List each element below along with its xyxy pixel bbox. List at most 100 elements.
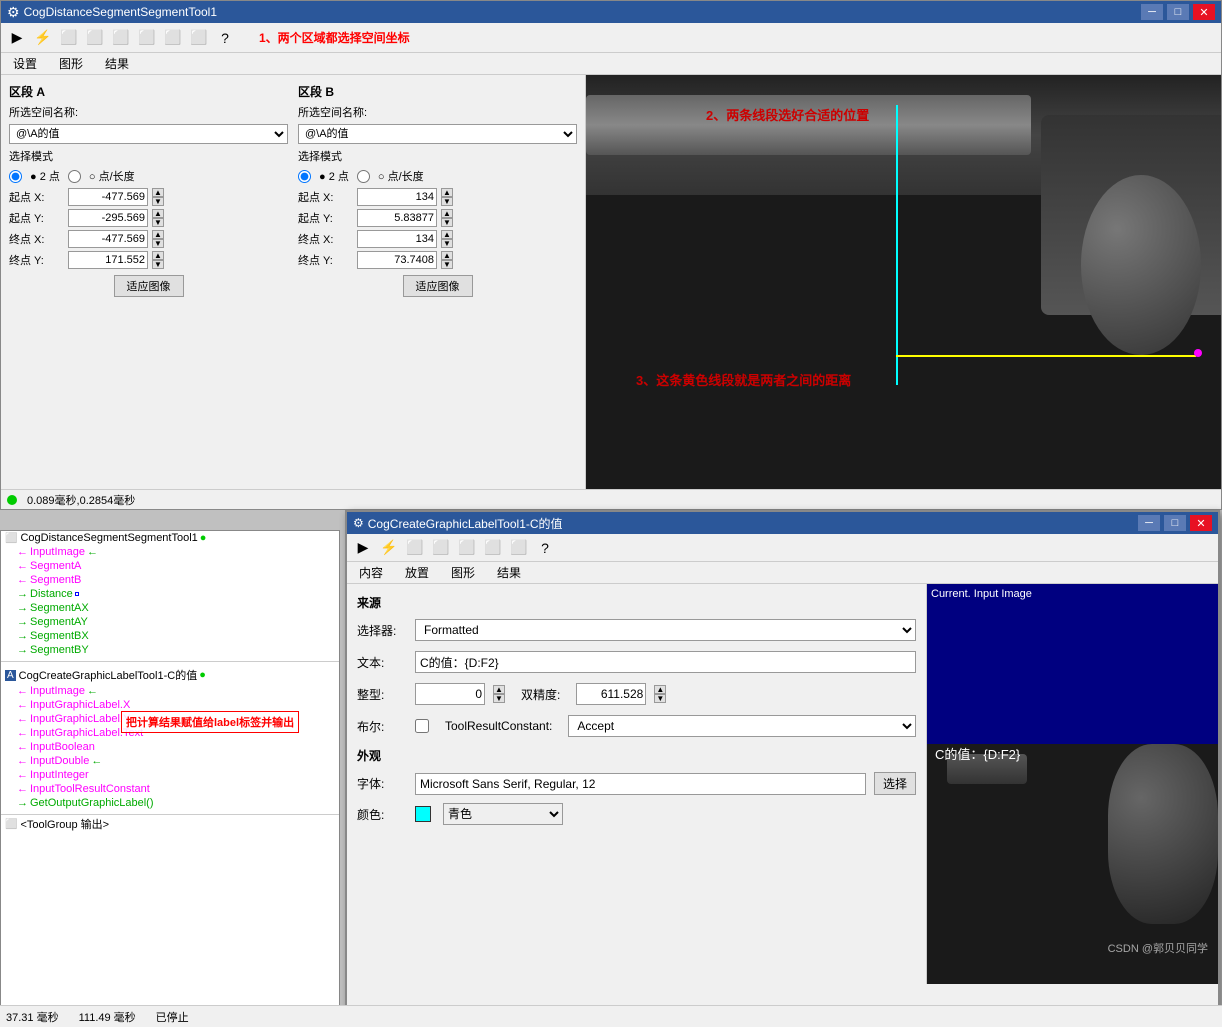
sub-close-button[interactable]: ✕: [1190, 515, 1212, 531]
section-a-endx-input[interactable]: [68, 230, 148, 248]
run-once-button[interactable]: ⚡: [31, 26, 55, 50]
precision-spin[interactable]: ▲▼: [654, 685, 666, 703]
sub-run-button[interactable]: ▶: [351, 536, 375, 560]
sub-tool-btn5[interactable]: ⬜: [507, 536, 531, 560]
section-a-starty-input[interactable]: [68, 209, 148, 227]
help-button[interactable]: ?: [213, 26, 237, 50]
tool-btn4[interactable]: ⬜: [135, 26, 159, 50]
tool-result-label: ToolResultConstant:: [445, 719, 552, 733]
int-spin[interactable]: ▲▼: [493, 685, 505, 703]
sub-tool-btn3[interactable]: ⬜: [455, 536, 479, 560]
annotation1: 1、两个区域都选择空间坐标: [259, 29, 410, 46]
section-a-space-dropdown[interactable]: @\A的值: [9, 124, 288, 144]
section-b-endx-spin[interactable]: ▲▼: [441, 230, 453, 248]
tree-item-7[interactable]: → SegmentBX: [13, 629, 339, 643]
section-b-startx-input[interactable]: [357, 188, 437, 206]
section-b-endx: 终点 X: ▲▼: [298, 230, 577, 248]
tree-item-14[interactable]: ← InputDouble ←: [13, 754, 339, 768]
precision-input[interactable]: [576, 683, 646, 705]
tree-item-5[interactable]: → SegmentAX: [13, 601, 339, 615]
text-input[interactable]: [415, 651, 916, 673]
tool-btn1[interactable]: ⬜: [57, 26, 81, 50]
maximize-button[interactable]: □: [1167, 4, 1189, 20]
section-b-apply-btn[interactable]: 适应图像: [403, 275, 473, 297]
section-a-radio-ptlen[interactable]: [68, 170, 81, 183]
sub-menu-content[interactable]: 内容: [353, 562, 389, 583]
tool-btn5[interactable]: ⬜: [161, 26, 185, 50]
section-b-ptlen-label: ○ 点/长度: [378, 168, 424, 184]
bool-checkbox[interactable]: [415, 719, 429, 733]
section-b-radio-ptlen[interactable]: [357, 170, 370, 183]
section-b-endy-label: 终点 Y:: [298, 252, 353, 268]
tree-item-17[interactable]: → GetOutputGraphicLabel(): [13, 796, 339, 810]
tree-item-0[interactable]: ⬜ CogDistanceSegmentSegmentTool1 ●: [1, 531, 339, 545]
tree-item-15[interactable]: ← InputInteger: [13, 768, 339, 782]
sub-tool-btn1[interactable]: ⬜: [403, 536, 427, 560]
close-button[interactable]: ✕: [1193, 4, 1215, 20]
arrow-icon-11: ←: [17, 713, 28, 725]
tool-btn6[interactable]: ⬜: [187, 26, 211, 50]
main-window-controls: ─ □ ✕: [1141, 4, 1215, 20]
section-a-endy-spin[interactable]: ▲▼: [152, 251, 164, 269]
section-a-starty-spin[interactable]: ▲▼: [152, 209, 164, 227]
tree-separator: [1, 661, 339, 662]
section-a-endx: 终点 X: ▲▼: [9, 230, 288, 248]
tree-item-9[interactable]: ← InputImage ←: [13, 684, 339, 698]
sub-menu-place[interactable]: 放置: [399, 562, 435, 583]
section-b-starty-input[interactable]: [357, 209, 437, 227]
sub-menu-results[interactable]: 结果: [491, 562, 527, 583]
tree-item-8[interactable]: → SegmentBY: [13, 643, 339, 657]
section-b-starty-spin[interactable]: ▲▼: [441, 209, 453, 227]
tool-result-dropdown[interactable]: Accept: [568, 715, 916, 737]
section-a-mode: 选择模式: [9, 148, 288, 164]
color-dropdown[interactable]: 青色: [443, 803, 563, 825]
tree-item-10[interactable]: ← InputGraphicLabel.X: [13, 698, 339, 712]
minimize-button[interactable]: ─: [1141, 4, 1163, 20]
section-b-endy-input[interactable]: [357, 251, 437, 269]
tree-item-16[interactable]: ← InputToolResultConstant: [13, 782, 339, 796]
tree-item-13[interactable]: ← InputBoolean: [13, 740, 339, 754]
tree-item-1[interactable]: ← InputImage ←: [13, 545, 339, 559]
tree-item-6[interactable]: → SegmentAY: [13, 615, 339, 629]
int-input[interactable]: [415, 683, 485, 705]
section-b-endx-input[interactable]: [357, 230, 437, 248]
tree-item-2[interactable]: ← SegmentA: [13, 559, 339, 573]
bool-row: 布尔: ToolResultConstant: Accept: [357, 715, 916, 737]
menu-graphics[interactable]: 图形: [53, 53, 89, 74]
menu-settings[interactable]: 设置: [7, 53, 43, 74]
section-b-startx-label: 起点 X:: [298, 189, 353, 205]
section-b-endy-spin[interactable]: ▲▼: [441, 251, 453, 269]
section-b-space-dropdown[interactable]: @\A的值: [298, 124, 577, 144]
tree-item-4[interactable]: → Distance: [13, 587, 339, 601]
font-select-button[interactable]: 选择: [874, 772, 916, 795]
sub-tool-btn2[interactable]: ⬜: [429, 536, 453, 560]
sub-maximize-button[interactable]: □: [1164, 515, 1186, 531]
section-a-apply-btn[interactable]: 适应图像: [114, 275, 184, 297]
section-b-radio-2pt[interactable]: [298, 170, 311, 183]
section-a-title: 区段 A: [9, 83, 288, 100]
menu-results[interactable]: 结果: [99, 53, 135, 74]
section-a-startx-input[interactable]: [68, 188, 148, 206]
section-a-endy-input[interactable]: [68, 251, 148, 269]
section-b-startx-spin[interactable]: ▲▼: [441, 188, 453, 206]
tree-item-toolgroup[interactable]: ⬜ <ToolGroup 输出>: [1, 815, 339, 833]
arrow-out-icon-7: →: [17, 630, 28, 642]
sub-minimize-button[interactable]: ─: [1138, 515, 1160, 531]
sub-tool-btn4[interactable]: ⬜: [481, 536, 505, 560]
tree-text-17: GetOutputGraphicLabel(): [30, 797, 154, 809]
run-button[interactable]: ▶: [5, 26, 29, 50]
sub-help-button[interactable]: ?: [533, 536, 557, 560]
section-a-endx-spin[interactable]: ▲▼: [152, 230, 164, 248]
selector-dropdown[interactable]: Formatted: [415, 619, 916, 641]
main-toolbar: ▶ ⚡ ⬜ ⬜ ⬜ ⬜ ⬜ ⬜ ? 1、两个区域都选择空间坐标: [1, 23, 1221, 53]
section-a-startx-spin[interactable]: ▲▼: [152, 188, 164, 206]
section-a-radio-2pt[interactable]: [9, 170, 22, 183]
sub-menu-graphics[interactable]: 图形: [445, 562, 481, 583]
tree-item-3[interactable]: ← SegmentB: [13, 573, 339, 587]
font-label: 字体:: [357, 775, 407, 792]
tree-item-group2[interactable]: A CogCreateGraphicLabelTool1-C的值 ●: [1, 666, 339, 684]
sub-run-once-button[interactable]: ⚡: [377, 536, 401, 560]
section-b-starty-label: 起点 Y:: [298, 210, 353, 226]
tool-btn2[interactable]: ⬜: [83, 26, 107, 50]
tool-btn3[interactable]: ⬜: [109, 26, 133, 50]
